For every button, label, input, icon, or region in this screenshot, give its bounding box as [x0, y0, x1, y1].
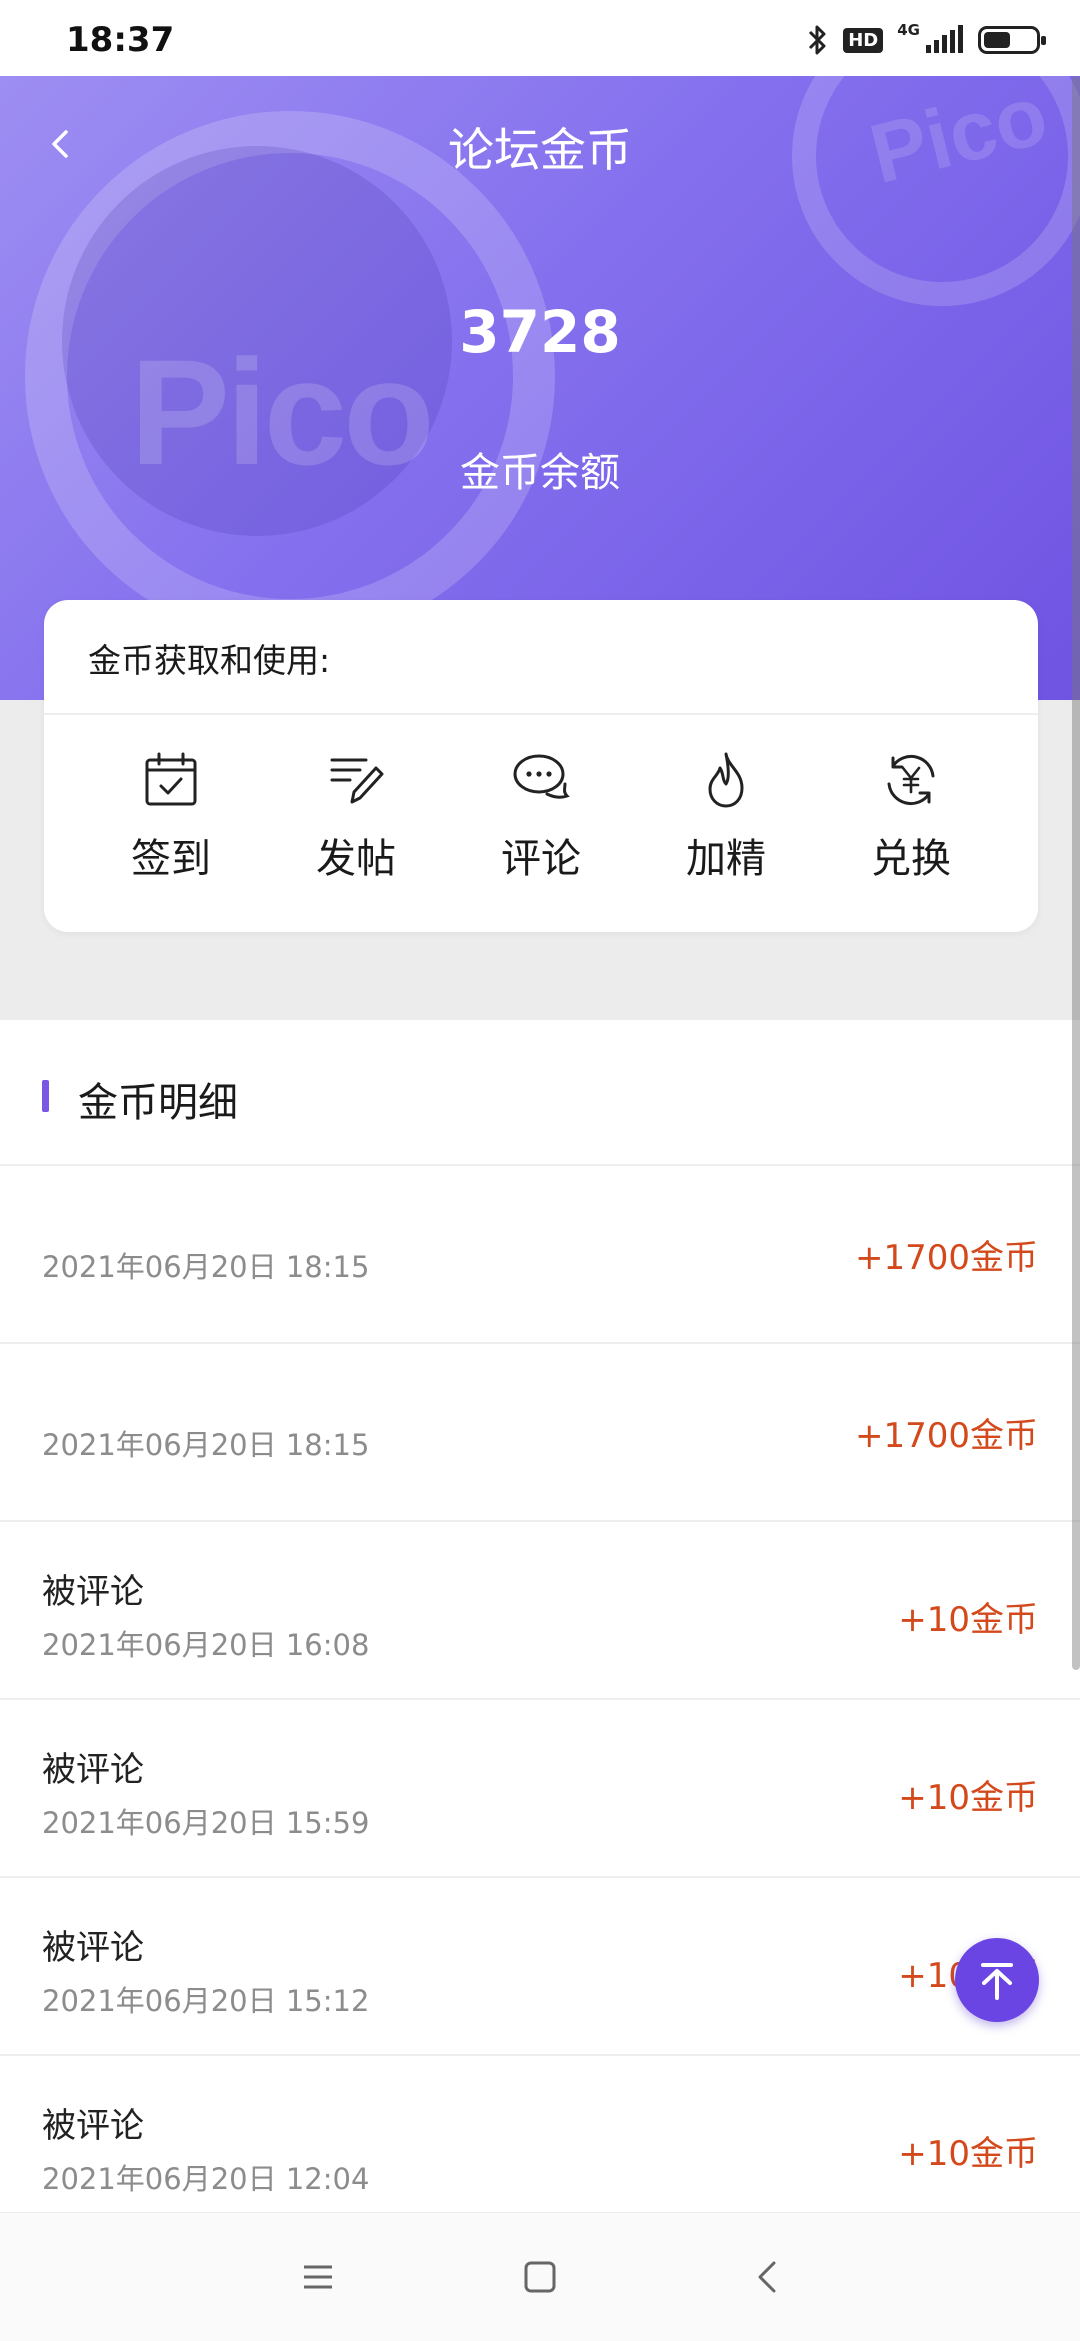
- list-item: 被评论 2021年06月20日 15:12 +10金币: [0, 1878, 1080, 2056]
- section-title: 金币明细: [78, 1080, 238, 1126]
- coin-usage-card: 金币获取和使用: 签到 发帖 评论 加精 兑换: [44, 600, 1038, 932]
- nav-back-button[interactable]: [748, 2257, 788, 2297]
- list-item: 被评论 2021年06月20日 16:08 +10金币: [0, 1522, 1080, 1700]
- record-amount: +10金币: [898, 1600, 1038, 1640]
- system-nav-bar: [0, 2212, 1080, 2341]
- comment-button[interactable]: 评论: [466, 748, 616, 898]
- record-title: 被评论: [42, 1572, 144, 1612]
- card-title: 金币获取和使用:: [88, 641, 331, 680]
- signal-icon: [926, 25, 963, 53]
- flame-icon: [708, 752, 744, 808]
- status-icons: HD 4G: [807, 21, 1046, 58]
- scrollbar[interactable]: [1072, 76, 1080, 1670]
- list-item: 2021年06月20日 18:15 +1700金币: [0, 1344, 1080, 1522]
- exchange-button[interactable]: 兑换: [836, 748, 986, 898]
- record-amount: +1700金币: [854, 1238, 1038, 1278]
- network-label: 4G: [897, 21, 920, 39]
- coin-balance-label: 金币余额: [460, 450, 620, 496]
- status-bar: 18:37 HD 4G: [0, 0, 1080, 76]
- checkin-button[interactable]: 签到: [96, 748, 246, 898]
- battery-icon: [978, 26, 1046, 54]
- record-date: 2021年06月20日 15:59: [42, 1806, 370, 1840]
- record-title: 被评论: [42, 1928, 144, 1968]
- action-label: 加精: [686, 836, 766, 882]
- coin-balance: 3728: [459, 298, 621, 366]
- coin-record-list: 2021年06月20日 18:15 +1700金币 2021年06月20日 18…: [0, 1166, 1080, 2234]
- home-icon: [524, 2261, 556, 2293]
- record-title: 被评论: [42, 2106, 144, 2146]
- record-amount: +10金币: [898, 1778, 1038, 1818]
- post-button[interactable]: 发帖: [281, 748, 431, 898]
- action-label: 签到: [131, 836, 211, 882]
- list-item: 被评论 2021年06月20日 15:59 +10金币: [0, 1700, 1080, 1878]
- action-label: 评论: [501, 836, 581, 882]
- arrow-up-to-top-icon: [981, 1963, 1013, 2000]
- status-time: 18:37: [66, 20, 175, 60]
- menu-icon: [304, 2265, 332, 2289]
- record-amount: +1700金币: [854, 1416, 1038, 1456]
- record-date: 2021年06月20日 18:15: [42, 1250, 370, 1284]
- action-label: 兑换: [871, 836, 951, 882]
- hd-badge: HD: [843, 27, 884, 53]
- list-item: 2021年06月20日 18:15 +1700金币: [0, 1166, 1080, 1344]
- back-icon: [758, 2261, 776, 2293]
- home-button[interactable]: [520, 2257, 560, 2297]
- calendar-check-icon: [145, 752, 197, 806]
- exchange-yen-icon: [887, 755, 935, 805]
- record-date: 2021年06月20日 16:08: [42, 1628, 370, 1662]
- divider: [44, 713, 1038, 715]
- edit-post-icon: [330, 758, 384, 804]
- record-date: 2021年06月20日 18:15: [42, 1428, 370, 1462]
- page-title: 论坛金币: [448, 123, 632, 177]
- record-date: 2021年06月20日 12:04: [42, 2162, 370, 2196]
- menu-button[interactable]: [298, 2257, 338, 2297]
- record-title: 被评论: [42, 1750, 144, 1790]
- chat-bubble-icon: [513, 754, 570, 799]
- coin-details-header: 金币明细: [0, 1020, 1080, 1166]
- record-amount: +10金币: [898, 2134, 1038, 2174]
- section-accent-bar: [42, 1080, 49, 1112]
- bluetooth-icon: [809, 25, 826, 55]
- featured-button[interactable]: 加精: [651, 748, 801, 898]
- action-row: 签到 发帖 评论 加精 兑换: [44, 748, 1038, 898]
- record-date: 2021年06月20日 15:12: [42, 1984, 370, 2018]
- back-to-top-button[interactable]: [955, 1938, 1039, 2022]
- action-label: 发帖: [316, 836, 396, 882]
- list-item: 被评论 2021年06月20日 12:04 +10金币: [0, 2056, 1080, 2234]
